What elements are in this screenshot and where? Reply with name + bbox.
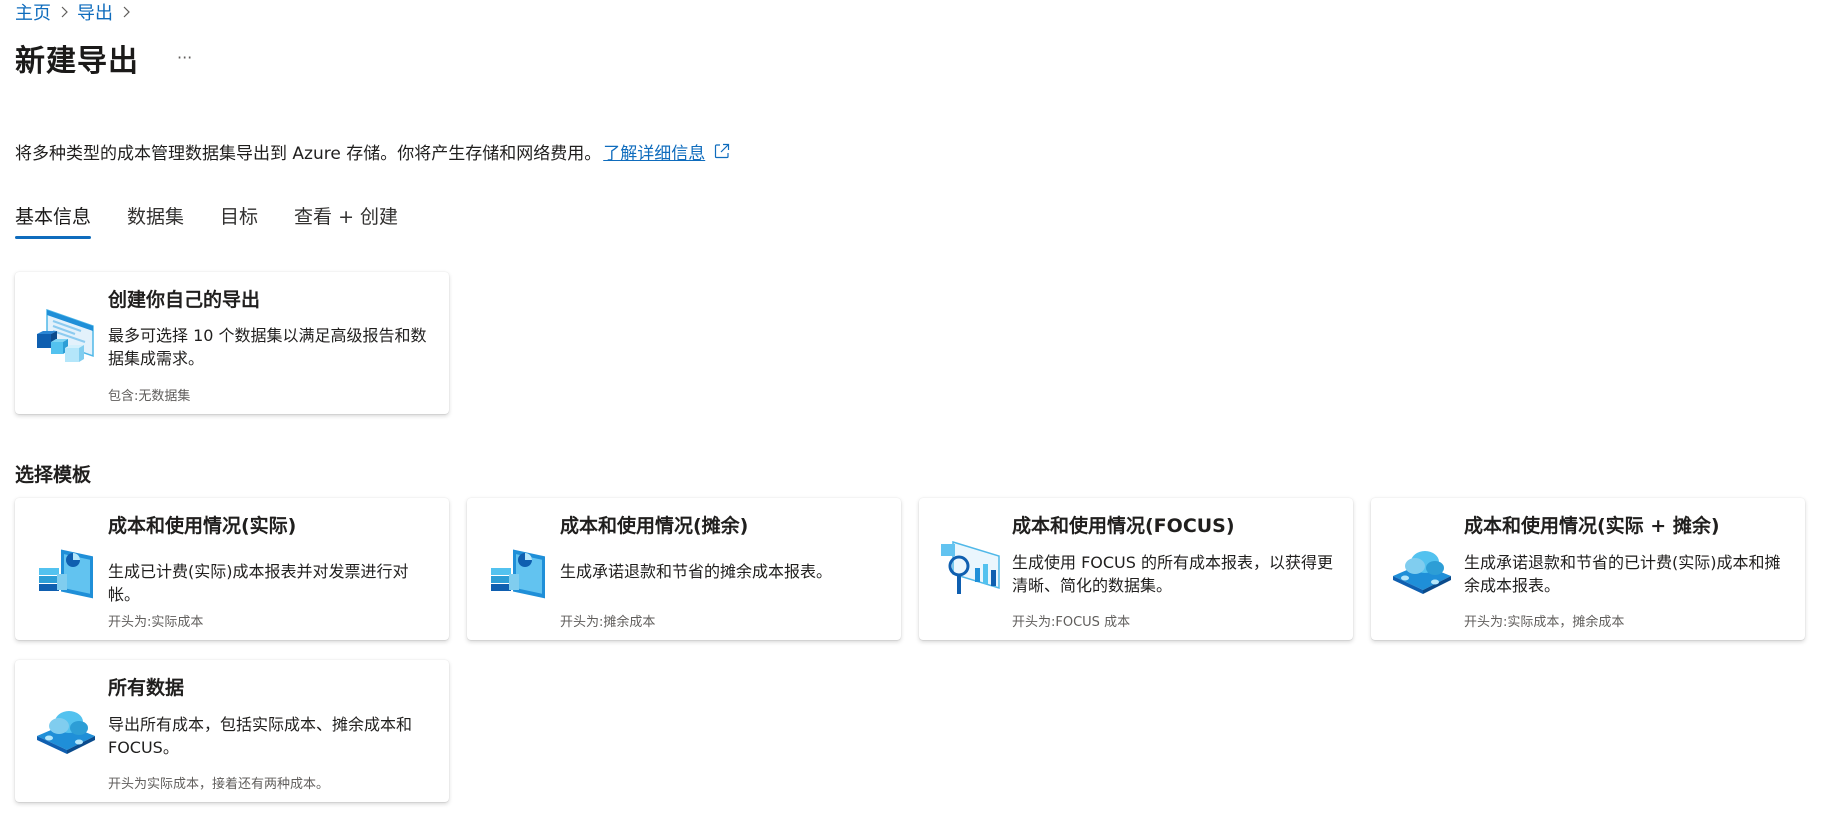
select-template-label: 选择模板	[15, 464, 92, 486]
tab-review-create[interactable]: 查看 + 创建	[294, 198, 398, 240]
card-footer: 开头为:实际成本，摊余成本	[1464, 615, 1625, 630]
card-footer: 开头为:FOCUS 成本	[1012, 615, 1131, 630]
cube-chart-icon	[35, 538, 97, 600]
template-card-amortized[interactable]: 成本和使用情况(摊余) 生成承诺退款和节省的摊余成本报表。 开头为:摊余成本	[467, 498, 901, 640]
template-card-all-data[interactable]: 所有数据 导出所有成本，包括实际成本、摊余成本和 FOCUS。 开头为实际成本，…	[15, 660, 449, 802]
card-description: 生成承诺退款和节省的摊余成本报表。	[560, 562, 833, 581]
card-title: 成本和使用情况(FOCUS)	[1012, 515, 1235, 537]
card-description: 最多可选择 10 个数据集以满足高级报告和数据集成需求。	[108, 326, 427, 368]
breadcrumb-exports[interactable]: 导出	[77, 0, 113, 25]
tab-datasets[interactable]: 数据集	[127, 198, 184, 240]
chevron-right-icon	[51, 6, 77, 18]
card-title: 创建你自己的导出	[108, 289, 261, 311]
card-description: 生成使用 FOCUS 的所有成本报表，以获得更清晰、简化的数据集。	[1012, 553, 1334, 595]
description-text: 将多种类型的成本管理数据集导出到 Azure 存储。你将产生存储和网络费用。	[15, 143, 602, 164]
template-card-actual-amortized[interactable]: 成本和使用情况(实际 + 摊余) 生成承诺退款和节省的已计费(实际)成本和摊余成…	[1371, 498, 1805, 640]
tab-basics[interactable]: 基本信息	[15, 198, 92, 240]
learn-more-link[interactable]: 了解详细信息	[603, 139, 705, 164]
card-title: 成本和使用情况(实际)	[108, 515, 297, 537]
card-footer: 包含:无数据集	[108, 389, 191, 404]
custom-export-icon	[35, 304, 97, 366]
tab-destination[interactable]: 目标	[220, 198, 258, 240]
cloud-stack-icon	[35, 698, 97, 760]
external-link-icon[interactable]	[713, 142, 731, 160]
card-description: 导出所有成本，包括实际成本、摊余成本和 FOCUS。	[108, 715, 413, 757]
page-description: 将多种类型的成本管理数据集导出到 Azure 存储。你将产生存储和网络费用。 了…	[15, 137, 731, 165]
wizard-tabs: 基本信息 数据集 目标 查看 + 创建	[15, 198, 434, 240]
card-footer: 开头为:实际成本	[108, 615, 204, 630]
card-title: 成本和使用情况(实际 + 摊余)	[1464, 515, 1720, 537]
cloud-stack-icon	[1391, 538, 1453, 600]
page-title: 新建导出	[15, 44, 139, 79]
create-own-export-card[interactable]: 创建你自己的导出 最多可选择 10 个数据集以满足高级报告和数据集成需求。 包含…	[15, 272, 449, 414]
card-description: 生成承诺退款和节省的已计费(实际)成本和摊余成本报表。	[1464, 553, 1781, 595]
chevron-right-icon	[113, 6, 139, 18]
breadcrumb-home[interactable]: 主页	[15, 0, 51, 25]
new-export-page: 主页 导出 新建导出 ··· 将多种类型的成本管理数据集导出到 Azure 存储…	[0, 0, 1821, 827]
card-title: 成本和使用情况(摊余)	[560, 515, 749, 537]
card-description: 生成已计费(实际)成本报表并对发票进行对帐。	[108, 562, 409, 604]
title-row: 新建导出 ···	[15, 34, 198, 82]
breadcrumb: 主页 导出	[15, 0, 139, 24]
template-card-actual[interactable]: 成本和使用情况(实际) 生成已计费(实际)成本报表并对发票进行对帐。 开头为:实…	[15, 498, 449, 640]
magnifier-chart-icon	[939, 538, 1001, 600]
card-footer: 开头为:摊余成本	[560, 615, 656, 630]
card-footer: 开头为实际成本，接着还有两种成本。	[108, 777, 330, 792]
card-title: 所有数据	[108, 677, 185, 699]
more-options-button[interactable]: ···	[171, 48, 198, 68]
template-card-focus[interactable]: 成本和使用情况(FOCUS) 生成使用 FOCUS 的所有成本报表，以获得更清晰…	[919, 498, 1353, 640]
cube-chart-icon	[487, 538, 549, 600]
